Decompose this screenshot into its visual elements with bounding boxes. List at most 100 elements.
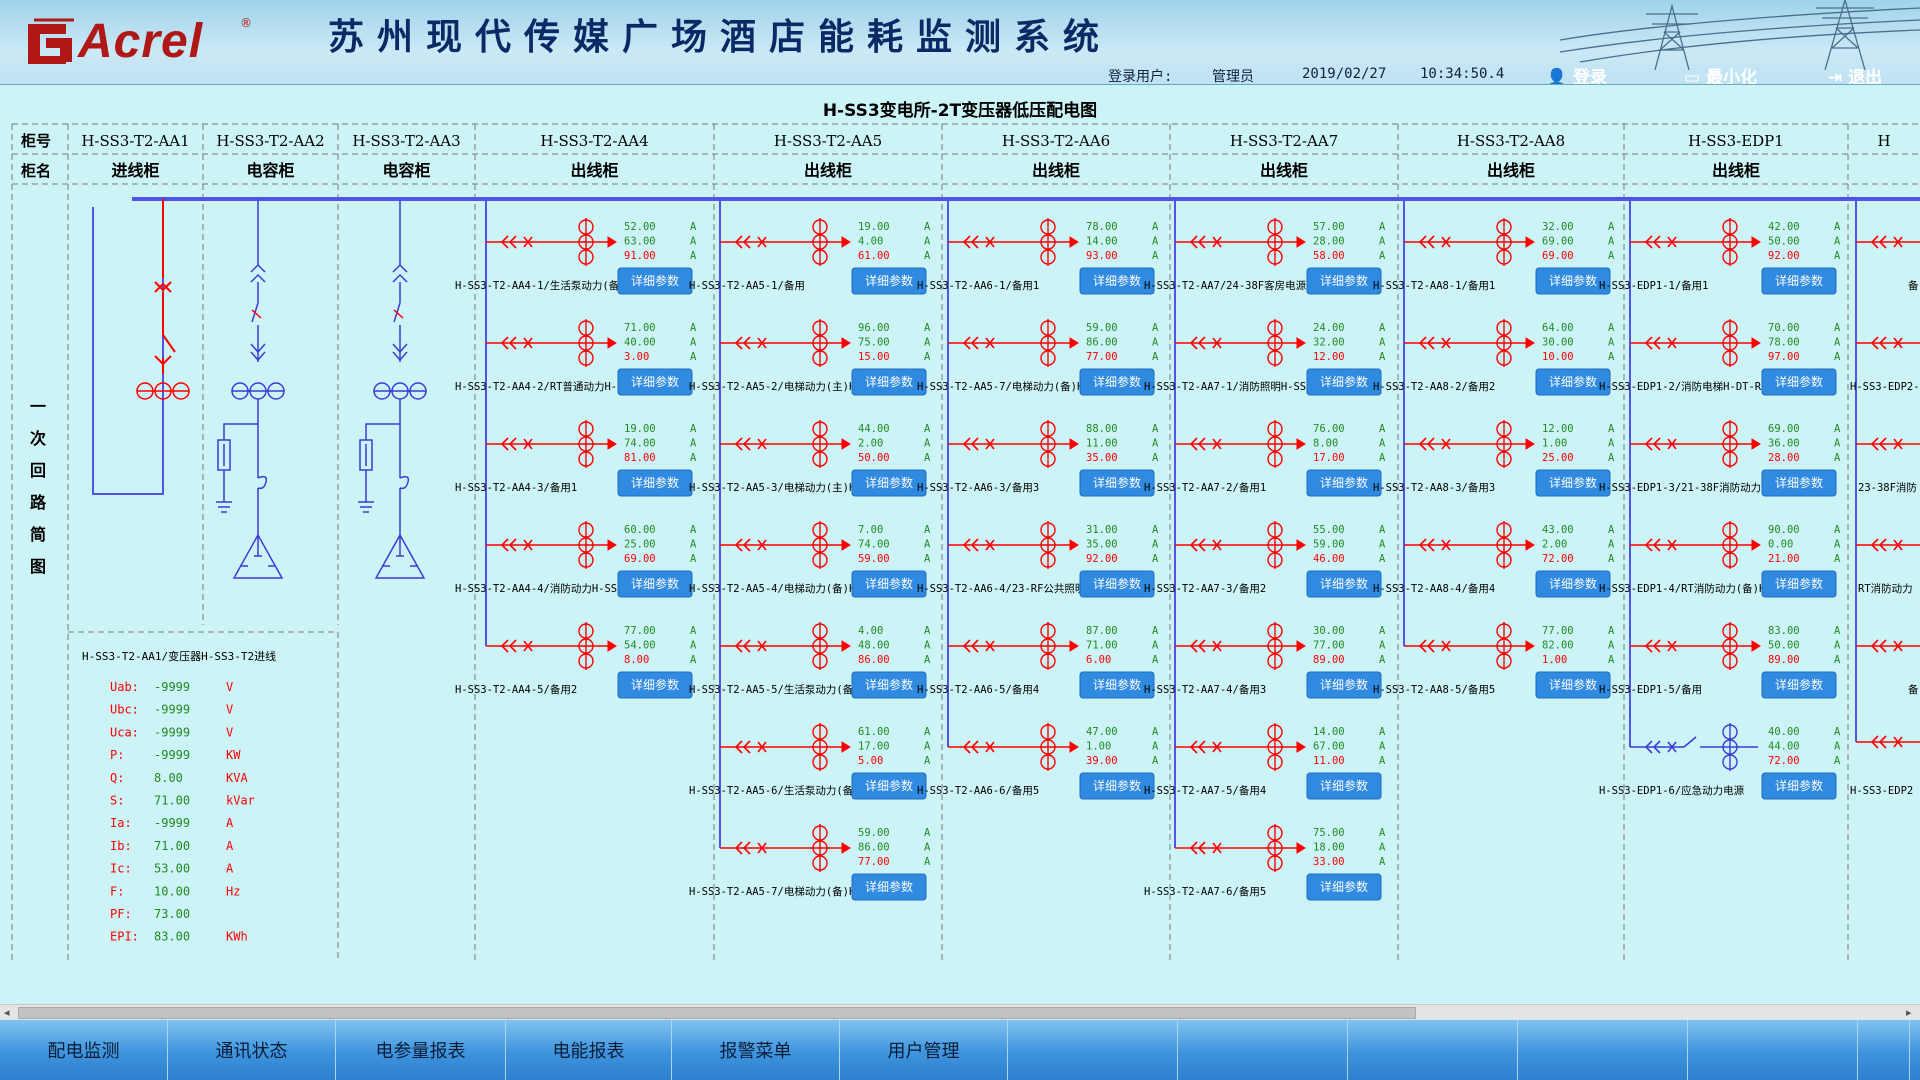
detail-params-button[interactable]: 详细参数 bbox=[617, 368, 693, 396]
detail-params-button[interactable]: 详细参数 bbox=[617, 570, 693, 598]
current-unit: A bbox=[1608, 452, 1615, 464]
detail-params-button-label: 详细参数 bbox=[1093, 778, 1141, 793]
feeder-arrow-icon bbox=[607, 236, 617, 248]
current-value: 59.00 bbox=[858, 553, 890, 565]
current-unit: A bbox=[1834, 250, 1841, 262]
current-unit: A bbox=[690, 423, 697, 435]
nav-tab-2[interactable]: 电参量报表 bbox=[336, 1020, 506, 1080]
detail-params-button-label: 详细参数 bbox=[1320, 879, 1368, 894]
meter-value: 73.00 bbox=[154, 907, 190, 921]
current-unit: A bbox=[1152, 553, 1159, 565]
partial-cabinet-column: 备H-SS3-EDP2-2/消防23-38F消防RT消防动力备H-SS3-EDP… bbox=[1850, 199, 1920, 797]
scroll-left-icon[interactable]: ◂ bbox=[4, 1006, 10, 1019]
detail-params-button[interactable]: 详细参数 bbox=[851, 671, 927, 699]
detail-params-button[interactable]: 详细参数 bbox=[1306, 671, 1382, 699]
nav-tab-1[interactable]: 通讯状态 bbox=[168, 1020, 336, 1080]
detail-params-button[interactable]: 详细参数 bbox=[851, 469, 927, 497]
feeder-label: H-SS3-T2-AA4-3/备用1 bbox=[455, 481, 577, 494]
current-value: 93.00 bbox=[1086, 250, 1118, 262]
scroll-right-icon[interactable]: ▸ bbox=[1906, 1006, 1912, 1019]
detail-params-button[interactable]: 详细参数 bbox=[1079, 469, 1155, 497]
detail-params-button[interactable]: 详细参数 bbox=[1079, 671, 1155, 699]
detail-params-button[interactable]: 详细参数 bbox=[1306, 267, 1382, 295]
detail-params-button[interactable]: 详细参数 bbox=[1761, 368, 1837, 396]
detail-params-button[interactable]: 详细参数 bbox=[1306, 772, 1382, 800]
current-value: 4.00 bbox=[858, 625, 883, 637]
detail-params-button[interactable]: 详细参数 bbox=[1761, 772, 1837, 800]
nav-tab-0[interactable]: 配电监测 bbox=[0, 1020, 168, 1080]
nav-tab-empty[interactable] bbox=[1008, 1020, 1178, 1080]
scrollbar-thumb[interactable] bbox=[18, 1007, 1416, 1019]
nav-tab-empty[interactable] bbox=[1858, 1020, 1910, 1080]
current-value: 35.00 bbox=[1086, 452, 1118, 464]
current-value: 1.00 bbox=[1086, 741, 1111, 753]
horizontal-scrollbar[interactable]: ◂ ▸ bbox=[0, 1004, 1920, 1021]
feeder-arrow-icon bbox=[1069, 236, 1079, 248]
detail-params-button[interactable]: 详细参数 bbox=[617, 267, 693, 295]
feeder-arrow-icon bbox=[1069, 337, 1079, 349]
current-value: 48.00 bbox=[858, 640, 890, 652]
feeder-arrow-icon bbox=[1296, 236, 1306, 248]
detail-params-button[interactable]: 详细参数 bbox=[1306, 570, 1382, 598]
detail-params-button[interactable]: 详细参数 bbox=[1079, 267, 1155, 295]
detail-params-button[interactable]: 详细参数 bbox=[851, 873, 927, 901]
nav-tab-3[interactable]: 电能报表 bbox=[506, 1020, 672, 1080]
feeder-arrow-icon bbox=[1296, 337, 1306, 349]
detail-params-button[interactable]: 详细参数 bbox=[1079, 772, 1155, 800]
current-unit: A bbox=[690, 452, 697, 464]
detail-params-button[interactable]: 详细参数 bbox=[1306, 368, 1382, 396]
feeder-circuit: 83.00 A 50.00 A 89.00 A H-SS3-EDP1-5/备用 详细参数 bbox=[1599, 622, 1841, 699]
current-value: 44.00 bbox=[858, 423, 890, 435]
detail-params-button[interactable]: 详细参数 bbox=[851, 368, 927, 396]
meter-unit: kVar bbox=[226, 794, 255, 808]
detail-params-button-label: 详细参数 bbox=[1549, 475, 1597, 490]
nav-tab-5[interactable]: 用户管理 bbox=[840, 1020, 1008, 1080]
exit-button[interactable]: ⇥ 退出 bbox=[1828, 63, 1882, 84]
detail-params-button[interactable]: 详细参数 bbox=[851, 570, 927, 598]
nav-tab-empty[interactable] bbox=[1178, 1020, 1348, 1080]
user-icon: 👤 bbox=[1546, 68, 1568, 85]
current-unit: A bbox=[1608, 625, 1615, 637]
cabinet-id: H-SS3-T2-AA3 bbox=[352, 132, 460, 150]
detail-params-button-label: 详细参数 bbox=[1549, 677, 1597, 692]
detail-params-button[interactable]: 详细参数 bbox=[1079, 368, 1155, 396]
detail-params-button[interactable]: 详细参数 bbox=[1761, 469, 1837, 497]
detail-params-button[interactable]: 详细参数 bbox=[1306, 873, 1382, 901]
current-unit: A bbox=[1152, 726, 1159, 738]
detail-params-button[interactable]: 详细参数 bbox=[1079, 570, 1155, 598]
detail-params-button[interactable]: 详细参数 bbox=[1306, 469, 1382, 497]
current-value: 57.00 bbox=[1313, 221, 1345, 233]
detail-params-button[interactable]: 详细参数 bbox=[851, 772, 927, 800]
detail-params-button-label: 详细参数 bbox=[1320, 677, 1368, 692]
current-unit: A bbox=[924, 322, 931, 334]
detail-params-button[interactable]: 详细参数 bbox=[617, 671, 693, 699]
detail-params-button[interactable]: 详细参数 bbox=[1761, 671, 1837, 699]
current-value: 77.00 bbox=[1542, 625, 1574, 637]
detail-params-button[interactable]: 详细参数 bbox=[617, 469, 693, 497]
current-unit: A bbox=[924, 221, 931, 233]
feeder-circuit: 55.00 A 59.00 A 46.00 A H-SS3-T2-AA7-3/备用2 详细参数 bbox=[1144, 521, 1386, 598]
minimize-button[interactable]: ▭ 最小化 bbox=[1684, 63, 1757, 84]
feeder-arrow-icon bbox=[1525, 438, 1535, 450]
nav-tab-empty[interactable] bbox=[1518, 1020, 1688, 1080]
login-button[interactable]: 👤 登录 bbox=[1546, 63, 1607, 85]
feeder-arrow-icon bbox=[841, 236, 851, 248]
detail-params-button-label: 详细参数 bbox=[631, 677, 679, 692]
current-unit: A bbox=[1379, 524, 1386, 536]
current-value: 77.00 bbox=[624, 625, 656, 637]
meter-label: Uca: bbox=[110, 725, 139, 739]
detail-params-button[interactable]: 详细参数 bbox=[1761, 267, 1837, 295]
current-unit: A bbox=[1834, 438, 1841, 450]
detail-params-button[interactable]: 详细参数 bbox=[851, 267, 927, 295]
nav-tab-empty[interactable] bbox=[1348, 1020, 1518, 1080]
detail-params-button-label: 详细参数 bbox=[1775, 273, 1823, 288]
detail-params-button[interactable]: 详细参数 bbox=[1761, 570, 1837, 598]
current-value: 10.00 bbox=[1542, 351, 1574, 363]
nav-tab-4[interactable]: 报警菜单 bbox=[672, 1020, 840, 1080]
nav-tab-empty[interactable] bbox=[1688, 1020, 1858, 1080]
incoming-meter-panel: H-SS3-T2-AA1/变压器H-SS3-T2进线 Uab: -9999 V Ubc:… bbox=[82, 649, 276, 944]
current-unit: A bbox=[1379, 539, 1386, 551]
cabinet-name: 出线柜 bbox=[804, 161, 852, 180]
breaker-open-icon bbox=[1644, 736, 1697, 754]
current-value: 30.00 bbox=[1313, 625, 1345, 637]
